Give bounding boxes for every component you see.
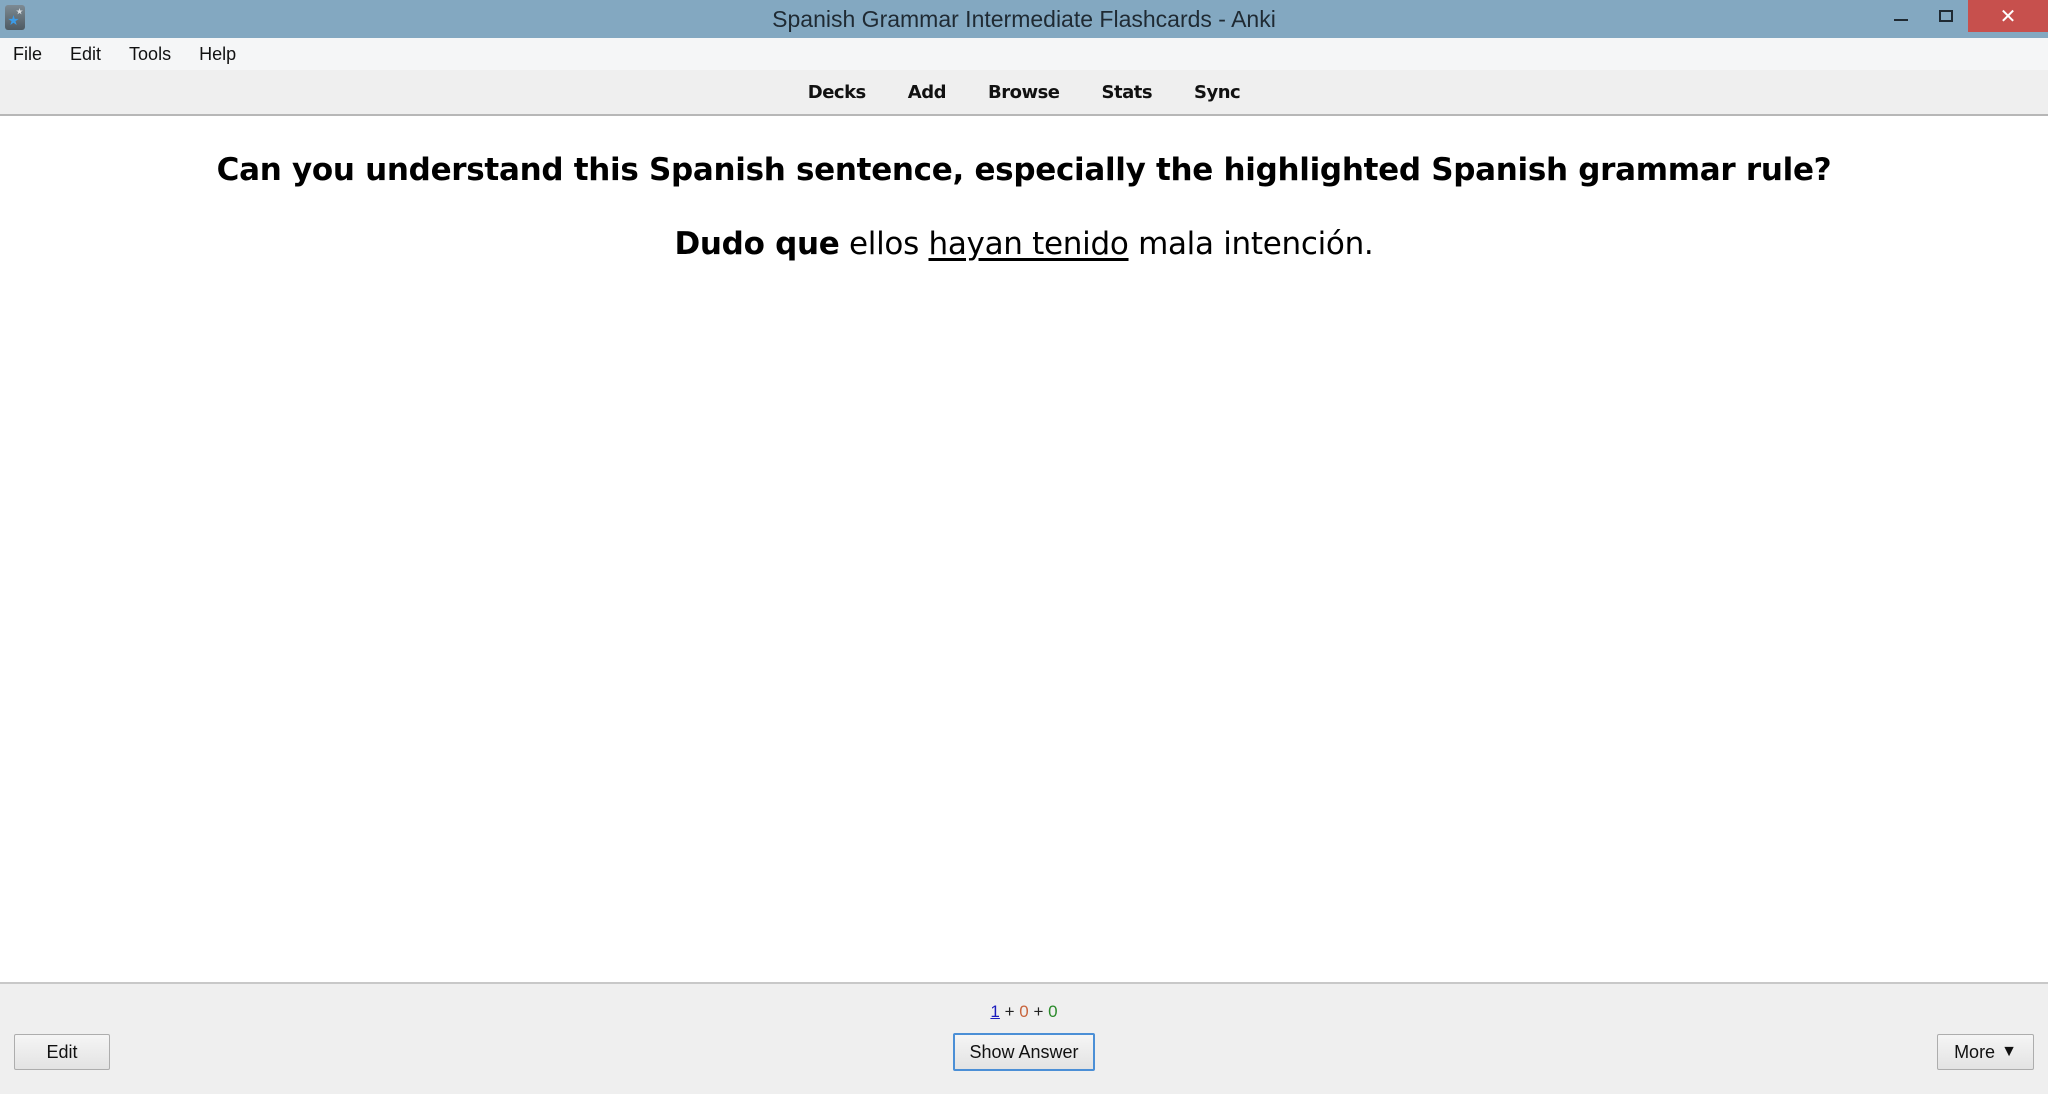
menu-edit[interactable]: Edit xyxy=(63,44,108,65)
show-answer-button[interactable]: Show Answer xyxy=(953,1033,1095,1071)
close-icon: ✕ xyxy=(1999,5,2017,28)
review-count: 0 xyxy=(1048,1002,1058,1021)
card-question: Can you understand this Spanish sentence… xyxy=(216,152,1832,188)
learning-count: 0 xyxy=(1019,1002,1029,1021)
menu-file[interactable]: File xyxy=(6,44,49,65)
menu-tools[interactable]: Tools xyxy=(122,44,178,65)
dropdown-arrow-icon: ▼ xyxy=(2001,1043,2017,1060)
sentence-plain-part-2: mala intención. xyxy=(1128,226,1374,262)
bottom-bar: 1 + 0 + 0 Edit Show Answer More ▼ xyxy=(0,982,2048,1094)
more-button[interactable]: More ▼ xyxy=(1937,1034,2034,1070)
toolbar-sync[interactable]: Sync xyxy=(1194,82,1241,103)
window-controls: ✕ xyxy=(1878,0,2048,32)
sentence-bold-part: Dudo que xyxy=(674,226,840,262)
edit-button-label: Edit xyxy=(46,1041,78,1062)
window-title: Spanish Grammar Intermediate Flashcards … xyxy=(772,6,1276,32)
more-button-label: More xyxy=(1954,1041,1996,1062)
due-counts: 1 + 0 + 0 xyxy=(0,1002,2048,1022)
toolbar-browse[interactable]: Browse xyxy=(988,82,1060,103)
sentence-highlighted-grammar: hayan tenido xyxy=(928,226,1129,262)
minimize-button[interactable] xyxy=(1878,0,1923,32)
card-sentence: Dudo que ellos hayan tenido mala intenci… xyxy=(0,226,2048,262)
new-count: 1 xyxy=(990,1002,1000,1021)
count-separator: + xyxy=(999,1002,1020,1021)
close-button[interactable]: ✕ xyxy=(1968,0,2048,32)
toolbar-add[interactable]: Add xyxy=(908,82,947,103)
main-toolbar: Decks Add Browse Stats Sync xyxy=(0,70,2048,116)
title-bar: Spanish Grammar Intermediate Flashcards … xyxy=(0,0,2048,38)
anki-window: Spanish Grammar Intermediate Flashcards … xyxy=(0,0,2048,1094)
count-separator: + xyxy=(1028,1002,1049,1021)
menu-bar: File Edit Tools Help xyxy=(0,38,2048,70)
menu-help[interactable]: Help xyxy=(192,44,243,65)
toolbar-decks[interactable]: Decks xyxy=(808,82,867,103)
restore-icon xyxy=(1938,10,1953,22)
restore-button[interactable] xyxy=(1923,0,1968,32)
toolbar-stats[interactable]: Stats xyxy=(1102,82,1153,103)
card-review-area: Can you understand this Spanish sentence… xyxy=(0,116,2048,982)
minimize-icon xyxy=(1893,19,1908,21)
show-answer-label: Show Answer xyxy=(969,1041,1079,1062)
sentence-plain-part-1: ellos xyxy=(839,226,929,262)
edit-button[interactable]: Edit xyxy=(14,1034,110,1070)
